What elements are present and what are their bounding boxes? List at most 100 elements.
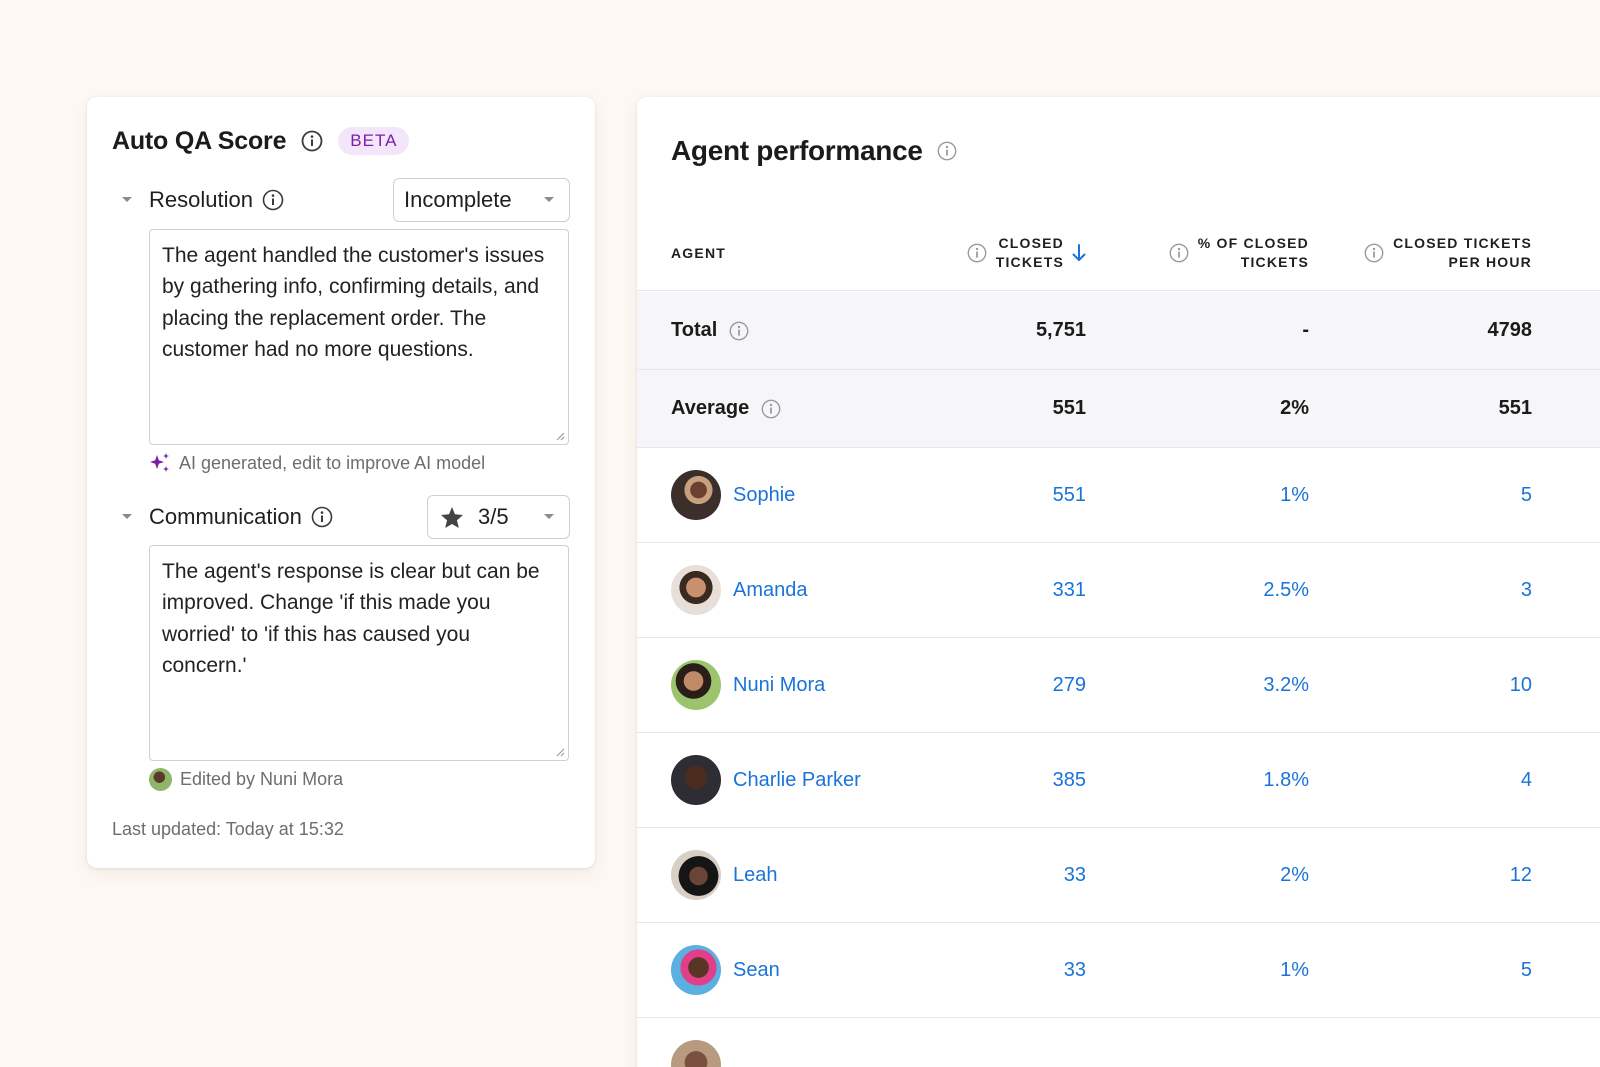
pct-closed-link[interactable]: 1% [1280, 448, 1309, 542]
pct-closed-link[interactable]: 2% [1280, 828, 1309, 922]
criterion-label: Communication [149, 504, 302, 529]
criterion-communication: Communication 3/5 [117, 495, 570, 539]
criterion-resolution: Resolution Incomplete [117, 178, 570, 222]
per-hour-link[interactable]: 3 [1521, 543, 1532, 637]
avatar [671, 565, 721, 615]
per-hour-value: 551 [1498, 397, 1532, 419]
column-label: CLOSED TICKETS PER HOUR [1393, 234, 1532, 272]
collapse-caret-icon[interactable] [117, 196, 137, 204]
perf-title: Agent performance [671, 135, 923, 166]
agent-name-link[interactable]: Nuni Mora [733, 674, 825, 697]
table-row[interactable]: Leah 33 2% 12 [637, 828, 1600, 923]
row-label-text: Total [671, 319, 718, 341]
sort-descending-icon[interactable] [1072, 244, 1086, 262]
pct-closed-link[interactable]: 3.2% [1263, 638, 1309, 732]
pct-closed-value: - [1302, 319, 1309, 341]
column-label: CLOSED TICKETS [996, 234, 1064, 272]
avatar [671, 470, 721, 520]
agent-performance-card: Agent performance AGENT CLOSED TICKETS %… [637, 97, 1600, 1067]
column-label-line: TICKETS [1240, 254, 1309, 270]
table-row[interactable]: Sophie 551 1% 5 [637, 448, 1600, 543]
agent-cell: Sean [671, 923, 780, 1017]
last-updated: Last updated: Today at 15:32 [112, 819, 344, 839]
closed-tickets-value: 5,751 [1035, 319, 1086, 341]
avatar [671, 945, 721, 995]
closed-tickets-value: 551 [1052, 397, 1086, 419]
column-label: AGENT [671, 245, 726, 261]
agent-name-link[interactable]: Leah [733, 864, 778, 887]
communication-textarea[interactable]: The agent's response is clear but can be… [149, 545, 569, 761]
per-hour-value: 4798 [1487, 319, 1533, 341]
column-label-line: CLOSED TICKETS [1393, 235, 1532, 251]
pct-closed-value: 2% [1280, 397, 1309, 419]
average-row: Average 551 2% 551 [637, 370, 1600, 448]
closed-tickets-link[interactable]: 279 [1053, 638, 1086, 732]
rating-value: 3/5 [478, 504, 509, 529]
row-label: Total [671, 292, 749, 369]
avatar [671, 1040, 721, 1067]
resize-handle-icon[interactable] [555, 431, 565, 441]
per-hour-link[interactable]: 5 [1521, 448, 1532, 542]
table-row[interactable]: Nuni Mora 279 3.2% 10 [637, 638, 1600, 733]
beta-badge: BETA [338, 127, 410, 155]
closed-tickets-link[interactable]: 33 [1064, 923, 1086, 1017]
closed-tickets-link[interactable]: 551 [1053, 448, 1086, 542]
table-row[interactable]: Sean 33 1% 5 [637, 923, 1600, 1018]
column-label-line: TICKETS [995, 254, 1064, 270]
chevron-down-icon [543, 196, 555, 204]
closed-tickets-link[interactable]: 33 [1064, 828, 1086, 922]
info-icon[interactable] [729, 321, 749, 341]
pct-closed-link[interactable]: 2.5% [1263, 543, 1309, 637]
qa-header: Auto QA Score BETA [112, 125, 410, 157]
avatar [671, 660, 721, 710]
avatar [671, 850, 721, 900]
edited-by-hint: Edited by Nuni Mora [149, 768, 343, 791]
agent-name-link[interactable]: Amanda [733, 579, 808, 602]
resize-handle-icon[interactable] [555, 747, 565, 757]
agent-cell: Amanda [671, 543, 808, 637]
info-icon[interactable] [1169, 243, 1189, 263]
agent-name-link[interactable]: Charlie Parker [733, 769, 861, 792]
column-header-closed-tickets[interactable]: CLOSED TICKETS [967, 215, 1086, 291]
table-header: AGENT CLOSED TICKETS % OF CLOSED TICKETS [637, 215, 1600, 291]
resolution-textarea[interactable]: The agent handled the customer's issues … [149, 229, 569, 445]
qa-title: Auto QA Score [112, 126, 287, 155]
pct-closed-link[interactable]: 1.8% [1263, 733, 1309, 827]
communication-rating-select[interactable]: 3/5 [427, 495, 570, 539]
info-icon[interactable] [1364, 243, 1384, 263]
column-header-per-hour[interactable]: CLOSED TICKETS PER HOUR [1364, 215, 1532, 291]
column-label-line: PER HOUR [1448, 254, 1532, 270]
info-icon[interactable] [761, 399, 781, 419]
agent-name-link[interactable]: Sophie [733, 484, 795, 507]
table-row[interactable]: Amanda 331 2.5% 3 [637, 543, 1600, 638]
column-label-line: CLOSED [998, 235, 1064, 251]
info-icon[interactable] [967, 243, 987, 263]
info-icon[interactable] [301, 130, 323, 152]
info-icon[interactable] [262, 189, 284, 211]
agent-cell: Sophie [671, 448, 795, 542]
row-label: Average [671, 370, 781, 447]
page: Auto QA Score BETA Resolution Incomplete [0, 0, 1600, 1067]
chevron-down-icon [543, 513, 555, 521]
closed-tickets-link[interactable]: 385 [1053, 733, 1086, 827]
per-hour-link[interactable]: 4 [1521, 733, 1532, 827]
agent-cell [671, 1018, 733, 1067]
column-label-line: % OF CLOSED [1197, 235, 1309, 251]
avatar [671, 755, 721, 805]
collapse-caret-icon[interactable] [117, 513, 137, 521]
table-row[interactable]: Charlie Parker 385 1.8% 4 [637, 733, 1600, 828]
info-icon[interactable] [311, 506, 333, 528]
agent-name-link[interactable]: Sean [733, 959, 780, 982]
closed-tickets-link[interactable]: 331 [1053, 543, 1086, 637]
per-hour-link[interactable]: 12 [1510, 828, 1532, 922]
column-header-pct-closed[interactable]: % OF CLOSED TICKETS [1169, 215, 1309, 291]
info-icon[interactable] [937, 141, 957, 161]
hint-text: Edited by Nuni Mora [180, 769, 344, 789]
resolution-select[interactable]: Incomplete [393, 178, 570, 222]
row-label-text: Average [671, 397, 750, 419]
per-hour-link[interactable]: 10 [1510, 638, 1532, 732]
column-header-agent[interactable]: AGENT [671, 215, 726, 291]
per-hour-link[interactable]: 5 [1521, 923, 1532, 1017]
auto-qa-score-card: Auto QA Score BETA Resolution Incomplete [87, 97, 595, 868]
pct-closed-link[interactable]: 1% [1280, 923, 1309, 1017]
